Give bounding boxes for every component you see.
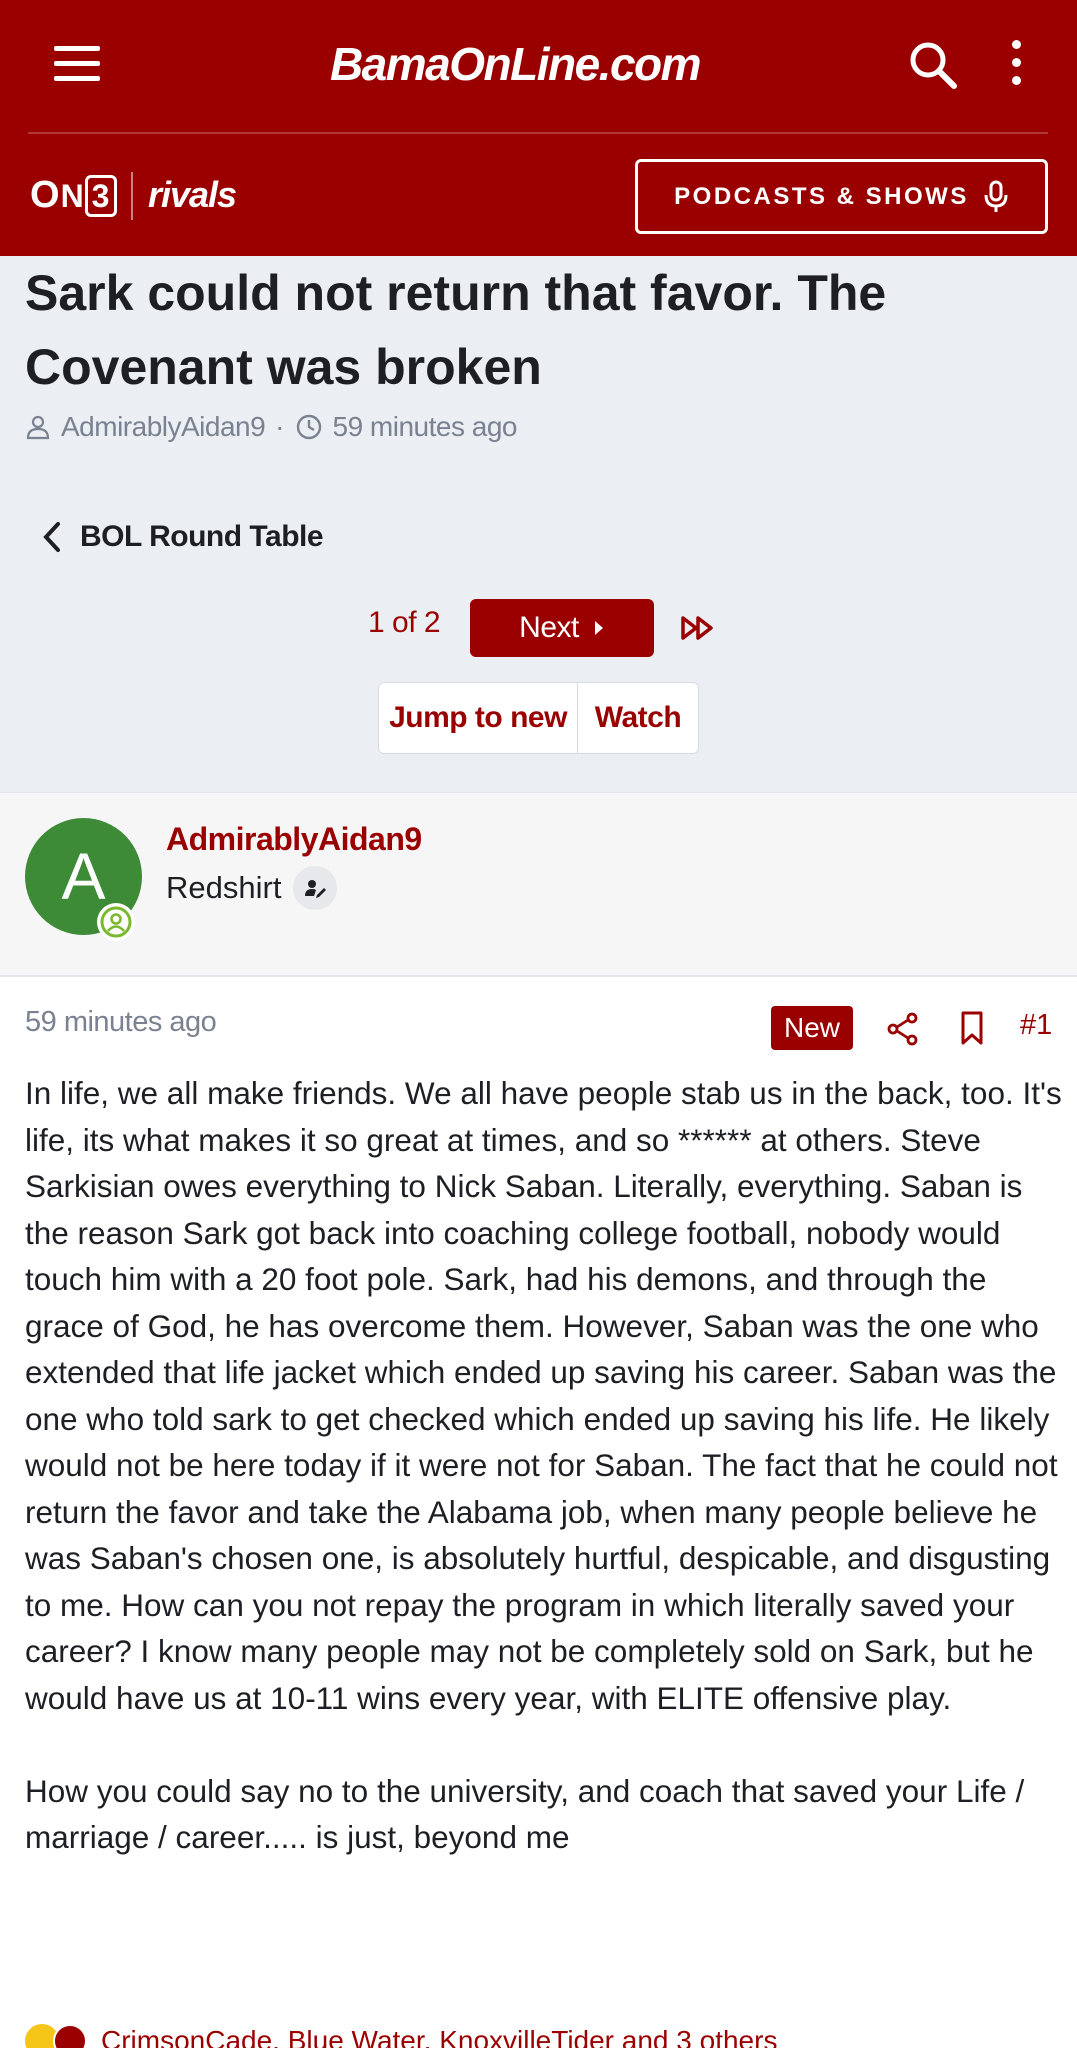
podcasts-shows-button[interactable]: PODCASTS & SHOWS (635, 159, 1048, 234)
page-indicator[interactable]: 1 of 2 (368, 606, 441, 640)
thread-title: Sark could not return that favor. The Co… (25, 265, 887, 395)
thread-meta: AdmirablyAidan9 · 59 minutes ago (25, 411, 517, 443)
next-page-button[interactable]: Next (470, 599, 654, 657)
jump-to-new-button[interactable]: Jump to new (379, 683, 578, 753)
new-badge: New (771, 1006, 853, 1050)
menu-icon[interactable] (50, 46, 104, 86)
user-rank: Redshirt (166, 866, 338, 910)
post-paragraph: How you could say no to the university, … (25, 1772, 1025, 1856)
microphone-icon (984, 180, 1008, 212)
online-status-icon (97, 903, 135, 941)
post-user-block: A AdmirablyAidan9 Redshirt (0, 792, 1077, 977)
last-page-icon[interactable] (680, 610, 716, 646)
like-reaction-icon (53, 2024, 87, 2048)
more-options-icon[interactable] (1002, 40, 1030, 90)
search-icon[interactable] (906, 38, 960, 92)
share-icon[interactable] (886, 1012, 920, 1046)
post-number-link[interactable]: #1 (1020, 1009, 1052, 1042)
reactions-bar[interactable]: CrimsonCade, Blue Water, KnoxvilleTider … (25, 2024, 777, 2048)
user-rank-label: Redshirt (166, 870, 282, 905)
post-paragraph: In life, we all make friends. We all hav… (25, 1075, 1062, 1716)
thread-header: Sark could not return that favor. The Co… (0, 256, 1077, 792)
on3-logo[interactable]: ON 3 (30, 174, 118, 217)
meta-separator: · (275, 411, 285, 442)
site-logo[interactable]: BamaOnLine.com (300, 30, 730, 98)
forum-breadcrumb[interactable]: BOL Round Table (42, 520, 324, 554)
clock-icon (296, 414, 321, 440)
post-body: In life, we all make friends. We all hav… (25, 1070, 1065, 1907)
reaction-users[interactable]: CrimsonCade, Blue Water, KnoxvilleTider … (101, 2025, 777, 2048)
thread-actions: Jump to new Watch (378, 682, 699, 754)
user-icon (26, 415, 50, 440)
post-timestamp[interactable]: 59 minutes ago (25, 1006, 217, 1039)
bookmark-icon[interactable] (955, 1010, 989, 1046)
thread-time[interactable]: 59 minutes ago (333, 411, 518, 443)
user-edit-icon (293, 866, 338, 910)
next-page-label: Next (519, 611, 579, 644)
brand-separator (131, 172, 133, 220)
thread-author[interactable]: AdmirablyAidan9 (61, 411, 266, 443)
header-divider (28, 132, 1048, 134)
site-header: BamaOnLine.com ON 3 rivals PODCASTS & SHO… (0, 0, 1077, 256)
caret-right-icon (594, 621, 603, 635)
podcasts-shows-label: PODCASTS & SHOWS (674, 182, 969, 210)
watch-button[interactable]: Watch (578, 683, 698, 753)
forum-name: BOL Round Table (80, 520, 324, 553)
post-username[interactable]: AdmirablyAidan9 (166, 821, 422, 858)
rivals-logo[interactable]: rivals (148, 174, 237, 216)
chevron-left-icon (43, 522, 60, 552)
